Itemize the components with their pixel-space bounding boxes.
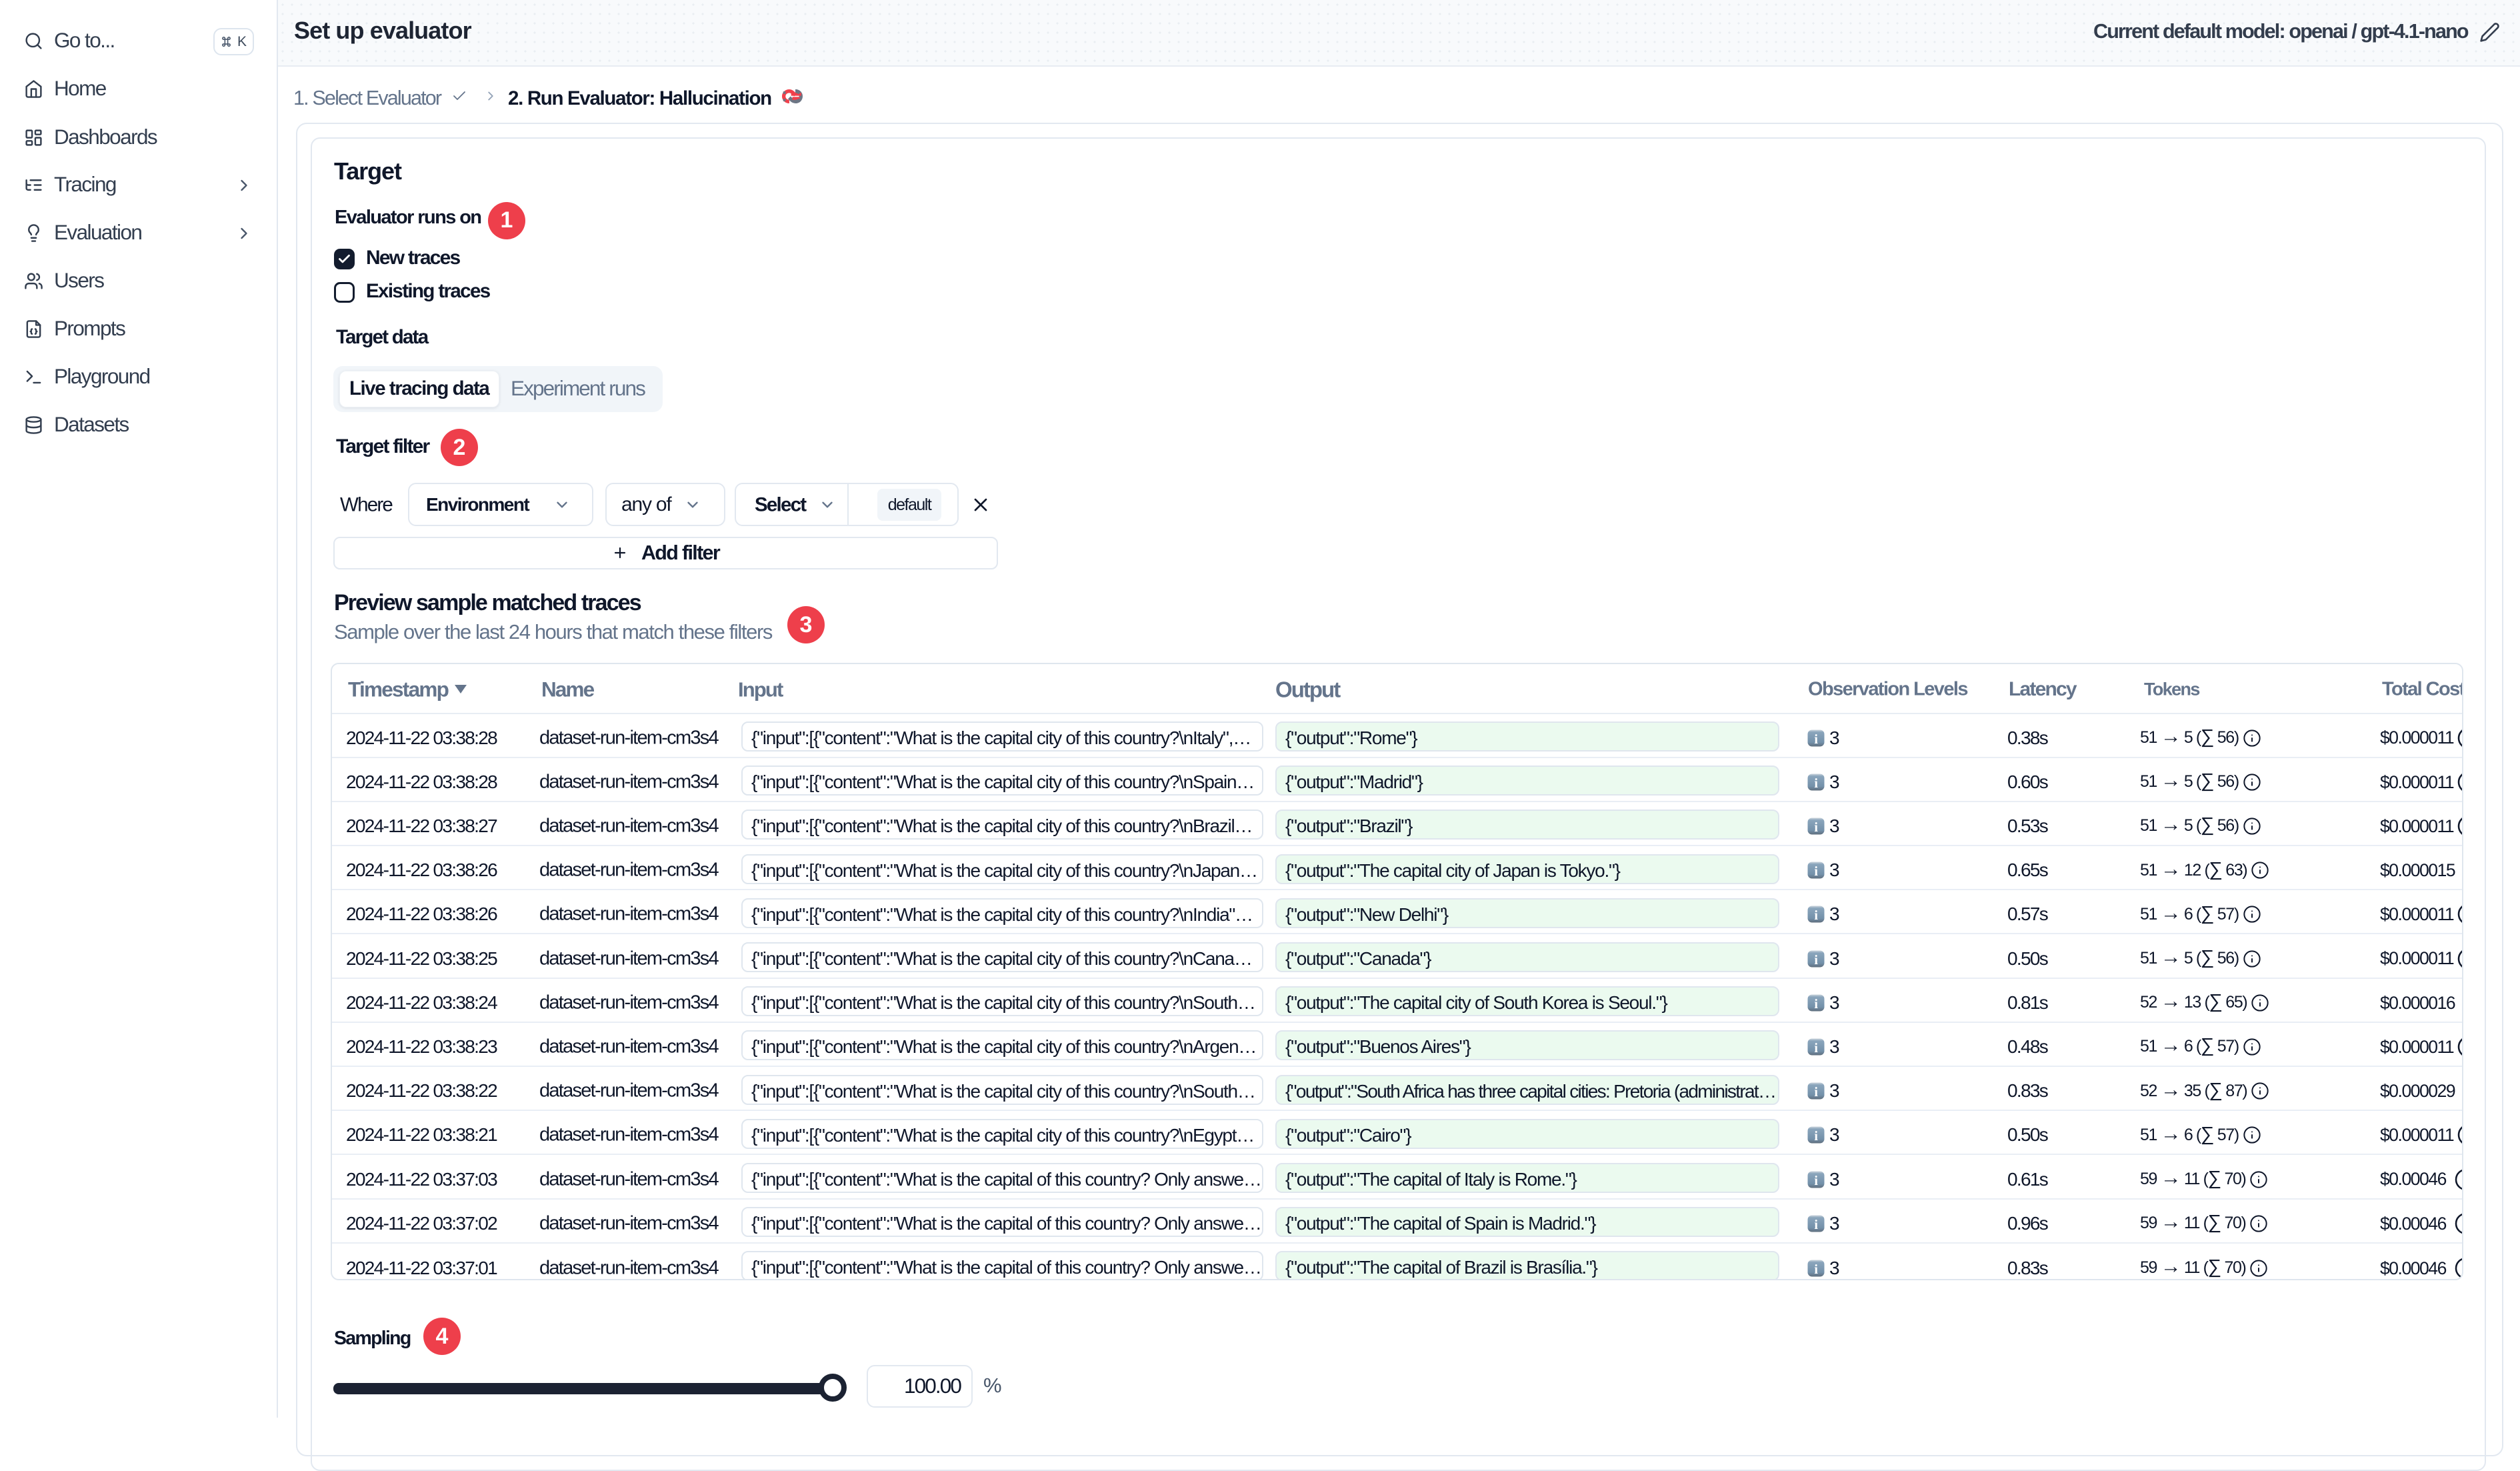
svg-text:i: i [1814, 820, 1818, 835]
svg-text:i: i [1814, 997, 1818, 1012]
svg-text:i: i [1814, 1041, 1818, 1056]
svg-text:i: i [1814, 1085, 1818, 1100]
svg-text:i: i [1814, 1218, 1818, 1232]
svg-text:i: i [1814, 1262, 1818, 1277]
svg-text:i: i [1814, 864, 1818, 879]
svg-text:i: i [1814, 776, 1818, 791]
svg-text:i: i [1814, 908, 1818, 923]
svg-text:i: i [1814, 1174, 1818, 1188]
svg-text:i: i [1814, 732, 1818, 747]
svg-text:i: i [1814, 953, 1818, 968]
svg-text:i: i [1814, 1129, 1818, 1144]
